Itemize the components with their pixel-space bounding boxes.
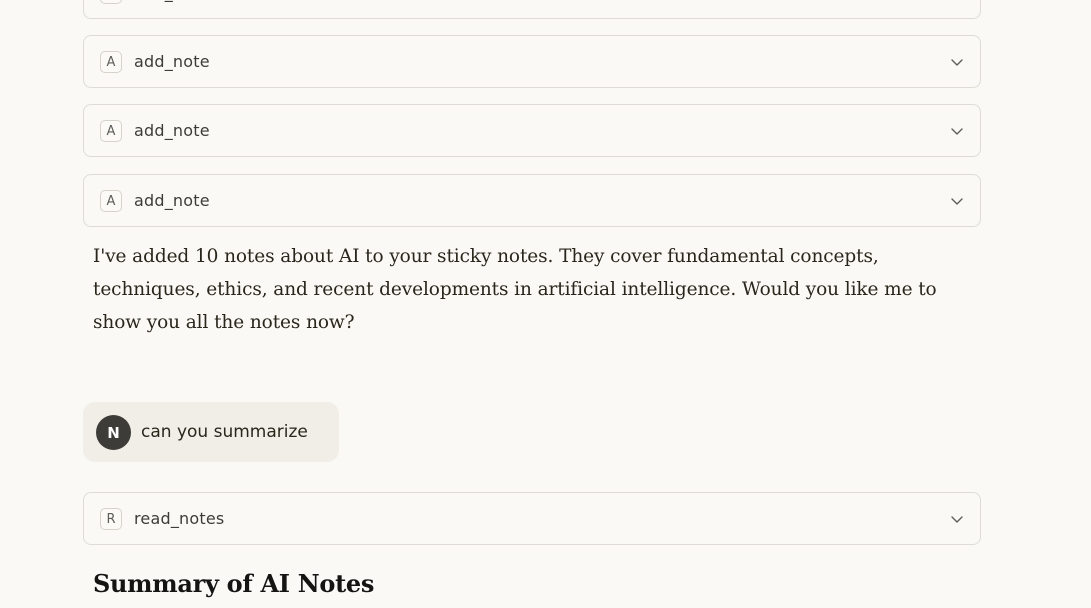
tool-name: read_notes: [134, 509, 225, 528]
tool-badge: A: [100, 51, 122, 73]
tool-badge: A: [100, 0, 122, 4]
tool-call-card[interactable]: A add_note: [83, 35, 981, 88]
tool-call-card-read-notes[interactable]: R read_notes: [83, 492, 981, 545]
user-message-text: can you summarize: [141, 422, 308, 442]
tool-call-card[interactable]: A add_note: [83, 174, 981, 227]
tool-name: add_note: [134, 0, 210, 4]
tool-name: add_note: [134, 121, 210, 140]
chevron-down-icon[interactable]: [950, 512, 964, 526]
tool-name: add_note: [134, 52, 210, 71]
tool-badge: R: [100, 508, 122, 530]
tool-badge: A: [100, 120, 122, 142]
chevron-down-icon[interactable]: [950, 194, 964, 208]
chat-viewport: A add_note A add_note A add_note A add_n…: [0, 0, 1091, 608]
chevron-down-icon[interactable]: [950, 55, 964, 69]
chevron-down-icon[interactable]: [950, 124, 964, 138]
summary-heading: Summary of AI Notes: [93, 569, 375, 598]
assistant-message: I've added 10 notes about AI to your sti…: [93, 246, 937, 333]
tool-name: add_note: [134, 191, 210, 210]
tool-call-card[interactable]: A add_note: [83, 104, 981, 157]
user-message-bubble: N can you summarize: [83, 402, 339, 462]
user-avatar[interactable]: N: [96, 415, 131, 450]
tool-call-card[interactable]: A add_note: [83, 0, 981, 19]
tool-badge: A: [100, 190, 122, 212]
